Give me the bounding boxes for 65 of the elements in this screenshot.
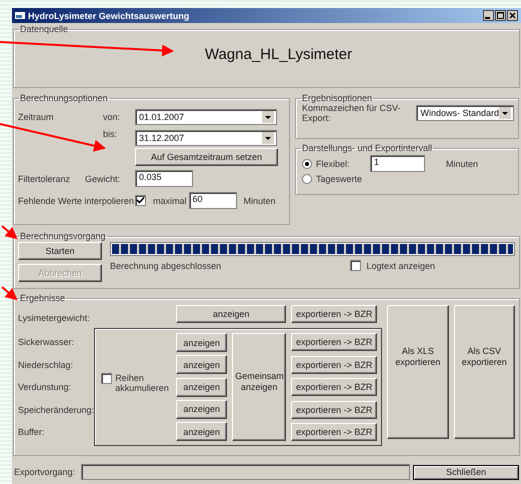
data-source-name: Wagna_HL_Lysimeter	[204, 46, 352, 63]
show-button[interactable]: anzeigen	[176, 305, 286, 323]
group-title: Ergebnisse	[19, 293, 66, 303]
separator-label: Kommazeichen für CSV-Export:	[302, 103, 402, 123]
status-text: Berechnung abgeschlossen	[110, 260, 222, 270]
full-range-button[interactable]: Auf Gesamtzeitraum setzen	[135, 148, 278, 166]
interval-field[interactable]: 1	[370, 155, 425, 172]
to-date-dropdown[interactable]: 31.12.2007	[135, 130, 277, 146]
filter-label: Filtertoleranz	[18, 174, 72, 184]
export-button[interactable]: exportieren -> BZR	[291, 400, 378, 418]
maximum-label: maximal	[153, 196, 187, 206]
option-label: Tageswerte	[316, 174, 364, 184]
weight-field[interactable]: 0.035	[135, 170, 193, 187]
group-title: Berechnungsvorgang	[19, 231, 107, 241]
show-button[interactable]: anzeigen	[176, 333, 228, 352]
unit-label: Minuten	[244, 196, 276, 206]
export-button[interactable]: exportieren -> BZR	[291, 356, 378, 374]
minimize-icon[interactable]	[483, 10, 494, 21]
weight-label: Gewicht:	[85, 174, 122, 184]
group-title: Berechnungsoptionen	[19, 93, 109, 103]
to-label: bis:	[103, 129, 118, 139]
show-button[interactable]: anzeigen	[176, 378, 228, 396]
accumulate-label: Reihen akkumulieren	[115, 373, 170, 393]
window-icon	[15, 11, 25, 20]
maximum-field[interactable]: 60	[188, 192, 237, 209]
unit-label: Minuten	[446, 158, 478, 168]
log-checkbox[interactable]	[350, 260, 362, 271]
interpolate-label: Fehlende Werte interpolieren	[18, 196, 135, 206]
window-title: HydroLysimeter Gewichtsauswertung	[28, 10, 190, 20]
xls-export-button[interactable]: Als XLS exportieren	[387, 305, 449, 439]
process-button[interactable]: Starten	[18, 242, 102, 260]
export-button[interactable]: exportieren -> BZR	[291, 423, 378, 441]
csv-export-button[interactable]: Als CSV exportieren	[454, 305, 515, 439]
close-button[interactable]: Schließen	[413, 464, 519, 480]
annotation-arrow	[1, 286, 18, 300]
show-button[interactable]: anzeigen	[176, 400, 228, 419]
series-label: Niederschlag:	[18, 358, 74, 372]
interpolate-checkbox[interactable]	[135, 195, 146, 206]
from-date-dropdown[interactable]: 01.01.2007	[135, 108, 277, 124]
group-title: Ergebnisoptionen	[301, 93, 374, 103]
log-label: Logtext anzeigen	[366, 260, 435, 270]
maximize-icon[interactable]	[495, 10, 506, 21]
option-label: Flexibel:	[316, 158, 351, 168]
export-label: Exportvorgang:	[14, 467, 76, 477]
period-label: Zeitraum	[18, 112, 55, 122]
show-button[interactable]: anzeigen	[176, 355, 228, 374]
group-title: Datenquelle	[19, 24, 70, 34]
show-button[interactable]: anzeigen	[176, 422, 228, 441]
annotation-arrow	[1, 225, 18, 240]
series-label: Verdunstung:	[18, 381, 72, 394]
combined-button[interactable]: Gemeinsam anzeigen	[232, 333, 286, 441]
separator-dropdown[interactable]: Windows- Standard	[416, 105, 514, 121]
from-label: von:	[103, 112, 122, 122]
series-label: Lysimetergewicht:	[18, 312, 91, 325]
radio-button[interactable]	[302, 174, 312, 184]
export-button[interactable]: exportieren -> BZR	[291, 305, 378, 323]
series-label: Sickerwasser:	[18, 336, 76, 350]
export-button[interactable]: exportieren -> BZR	[291, 378, 378, 396]
radio-button[interactable]	[302, 158, 312, 168]
group-title: Darstellungs- und Exportintervall	[301, 143, 434, 153]
accumulate-checkbox[interactable]	[101, 373, 112, 384]
close-icon[interactable]	[507, 10, 518, 21]
export-button[interactable]: exportieren -> BZR	[291, 333, 378, 351]
series-label: Speicheränderung:	[18, 404, 94, 417]
series-label: Buffer:	[18, 426, 46, 440]
